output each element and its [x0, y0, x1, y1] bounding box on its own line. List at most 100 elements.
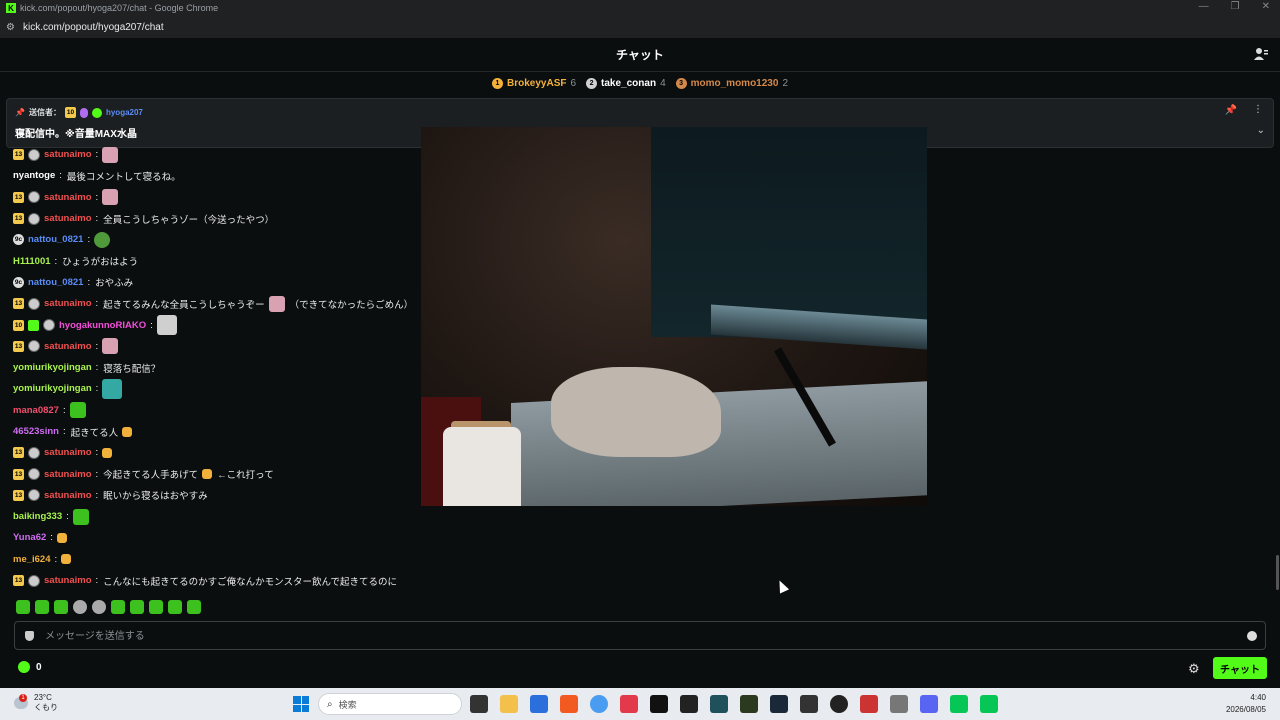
chat-username[interactable]: baiking333 — [13, 511, 62, 522]
tiktok-icon[interactable] — [650, 695, 668, 713]
quick-emote-icon[interactable] — [35, 600, 49, 614]
settings-gear-icon[interactable]: ⚙ — [1188, 661, 1200, 677]
chat-username[interactable]: satunaimo — [44, 149, 92, 160]
line-icon[interactable] — [950, 695, 968, 713]
chat-username[interactable]: satunaimo — [44, 575, 92, 586]
channel-points[interactable]: 0 — [18, 661, 42, 673]
chat-username[interactable]: mana0827 — [13, 405, 59, 416]
quick-emote-icon[interactable] — [16, 600, 30, 614]
chat-username[interactable]: satunaimo — [44, 213, 92, 224]
gifter-badge-icon — [28, 319, 39, 331]
chat-text: こんなにも起きてるのかすご俺なんかモンスター飲んで起きてるのに — [103, 576, 397, 588]
chevron-down-icon[interactable]: ⌄ — [1257, 125, 1265, 136]
emote-icon[interactable] — [72, 508, 89, 525]
chat-username[interactable]: yomiurikyojingan — [13, 362, 92, 373]
steam-icon[interactable] — [770, 695, 788, 713]
leader-item[interactable]: 3 momo_momo1230 2 — [675, 77, 788, 89]
app-icon[interactable] — [680, 695, 698, 713]
more-options-icon[interactable]: ⋮ — [1253, 104, 1263, 115]
app-icon[interactable] — [620, 695, 638, 713]
user-settings-icon[interactable] — [1254, 47, 1268, 61]
app-icon[interactable] — [530, 695, 548, 713]
minimize-icon[interactable]: — — [1199, 1, 1209, 12]
quick-emote-icon[interactable] — [73, 600, 87, 614]
task-view-icon[interactable] — [470, 695, 488, 713]
discord-icon[interactable] — [920, 695, 938, 713]
quick-emote-icon[interactable] — [149, 600, 163, 614]
chat-scrollbar[interactable] — [1276, 555, 1279, 590]
emote-icon[interactable] — [94, 231, 111, 248]
system-clock[interactable]: 4:40 2026/08/05 — [1226, 692, 1266, 716]
chat-input[interactable] — [45, 628, 1225, 644]
chat-username[interactable]: nattou_0821 — [28, 277, 83, 288]
address-bar[interactable]: ⚙ kick.com/popout/hyoga207/chat — [0, 16, 1280, 38]
app-icon[interactable] — [860, 695, 878, 713]
quick-emote-icon[interactable] — [187, 600, 201, 614]
restore-icon[interactable]: ❐ — [1231, 1, 1240, 12]
quick-emote-bar — [16, 600, 201, 614]
windows-taskbar: 1 23°C くもり ⌕ 検索 4:40 2026/08/05 — [0, 688, 1280, 720]
chrome-icon[interactable] — [590, 695, 608, 713]
close-icon[interactable]: ✕ — [1262, 1, 1270, 12]
emote-icon[interactable] — [69, 402, 86, 419]
pin-icon: 📌 — [15, 108, 25, 117]
pinned-user[interactable]: hyoga207 — [106, 108, 143, 117]
chat-username[interactable]: hyogakunnoRIAKO — [59, 320, 146, 331]
emote-icon[interactable] — [102, 146, 119, 163]
quick-emote-icon[interactable] — [92, 600, 106, 614]
chat-username[interactable]: satunaimo — [44, 192, 92, 203]
chat-username[interactable]: satunaimo — [44, 341, 92, 352]
chat-input-box[interactable] — [14, 621, 1266, 650]
app-icon[interactable] — [710, 695, 728, 713]
video-jar — [443, 427, 521, 506]
windows-start-icon[interactable] — [293, 696, 309, 712]
app-icon[interactable] — [800, 695, 818, 713]
url-text[interactable]: kick.com/popout/hyoga207/chat — [23, 22, 164, 33]
quick-emote-icon[interactable] — [54, 600, 68, 614]
chat-username[interactable]: satunaimo — [44, 447, 92, 458]
chat-username[interactable]: nattou_0821 — [28, 234, 83, 245]
emote-icon[interactable] — [102, 189, 119, 206]
line-icon[interactable] — [980, 695, 998, 713]
kick-favicon-icon: K — [6, 3, 16, 13]
chat-username[interactable]: H111001 — [13, 256, 51, 267]
settings-icon[interactable] — [890, 695, 908, 713]
emoji-picker-icon[interactable] — [1247, 631, 1257, 641]
weather-widget[interactable]: 1 23°C くもり — [14, 693, 58, 713]
emote-icon[interactable] — [268, 295, 285, 312]
unpin-icon[interactable]: 📌 — [1225, 105, 1237, 116]
chat-username[interactable]: satunaimo — [44, 490, 92, 501]
chat-username[interactable]: satunaimo — [44, 298, 92, 309]
cloud-icon: 1 — [14, 694, 28, 709]
brave-browser-icon[interactable] — [560, 695, 578, 713]
stream-video-overlay[interactable] — [421, 127, 927, 506]
raised-hand-emoji-icon — [202, 469, 213, 480]
chat-username[interactable]: satunaimo — [44, 469, 92, 480]
chat-username[interactable]: Yuna62 — [13, 532, 46, 543]
og-badge-icon — [28, 191, 40, 204]
chat-username[interactable]: me_i624 — [13, 554, 51, 565]
chat-username[interactable]: 46523sinn — [13, 426, 59, 437]
emote-icon[interactable] — [102, 378, 123, 399]
chat-username[interactable]: yomiurikyojingan — [13, 383, 92, 394]
leader-item[interactable]: 2 take_conan 4 — [586, 77, 666, 89]
leader-item[interactable]: 1 BrokeyyASF 6 — [492, 77, 576, 89]
quick-emote-icon[interactable] — [130, 600, 144, 614]
obs-icon[interactable] — [830, 695, 848, 713]
quick-emote-icon[interactable] — [111, 600, 125, 614]
chat-username[interactable]: nyantoge — [13, 170, 55, 181]
site-settings-icon[interactable]: ⚙ — [6, 22, 15, 33]
chat-message[interactable]: me_i624: — [13, 549, 713, 570]
subscriber-badge: 9c — [13, 276, 24, 288]
chat-message[interactable]: 13 satunaimo: こんなにも起きてるのかすご俺なんかモンスター飲んで起きて… — [13, 570, 713, 591]
send-chat-button[interactable]: チャット — [1213, 657, 1267, 679]
taskbar-search[interactable]: ⌕ 検索 — [318, 693, 462, 715]
chat-text: 今起きてる人手あげて — [103, 470, 199, 482]
app-icon[interactable] — [740, 695, 758, 713]
emote-icon[interactable] — [102, 338, 119, 355]
emote-icon[interactable] — [156, 315, 177, 336]
chat-message[interactable]: baiking333: — [13, 506, 713, 527]
quick-emote-icon[interactable] — [168, 600, 182, 614]
chat-message[interactable]: Yuna62: — [13, 527, 713, 548]
file-explorer-icon[interactable] — [500, 695, 518, 713]
